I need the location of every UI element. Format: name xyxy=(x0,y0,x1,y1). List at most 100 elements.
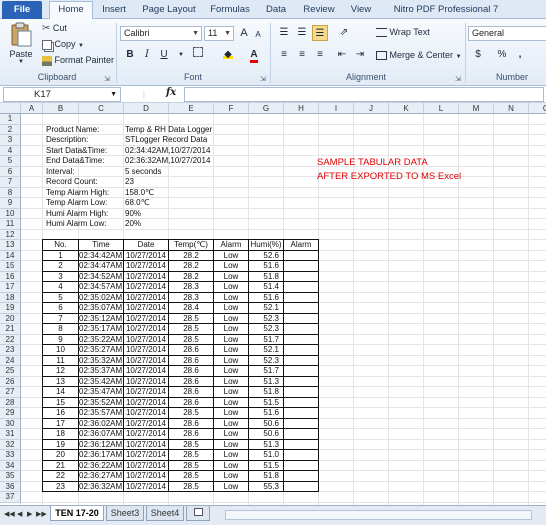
tab-page-layout[interactable]: Page Layout xyxy=(138,2,200,19)
bold-button[interactable]: B xyxy=(122,47,138,63)
row-header[interactable]: 35 xyxy=(0,471,21,482)
table-cell[interactable]: 28.5 xyxy=(169,439,214,450)
borders-button[interactable] xyxy=(190,47,206,63)
table-cell[interactable] xyxy=(284,271,319,282)
table-cell[interactable]: Low xyxy=(214,397,249,408)
row-header[interactable]: 28 xyxy=(0,397,21,408)
table-cell[interactable] xyxy=(284,408,319,419)
column-header-g[interactable]: G xyxy=(249,103,284,114)
table-cell[interactable]: 51.6 xyxy=(249,261,284,272)
comma-style-button[interactable]: , xyxy=(512,47,528,63)
merge-center-button[interactable]: Merge & Center ▼ xyxy=(376,50,462,61)
table-cell[interactable] xyxy=(284,376,319,387)
table-cell[interactable]: 10/27/2014 xyxy=(124,355,169,366)
column-header-n[interactable]: N xyxy=(494,103,529,114)
table-cell[interactable]: Low xyxy=(214,481,249,492)
table-cell[interactable]: 02:35:22AM xyxy=(79,334,124,345)
column-header-f[interactable]: F xyxy=(214,103,249,114)
align-left-button[interactable]: ≡ xyxy=(276,47,292,63)
table-header-cell[interactable]: Alarm xyxy=(284,240,319,251)
table-cell[interactable]: Low xyxy=(214,387,249,398)
table-cell[interactable]: 3 xyxy=(43,271,79,282)
table-cell[interactable]: 5 xyxy=(43,292,79,303)
table-cell[interactable]: 02:35:07AM xyxy=(79,303,124,314)
dialog-launcher-icon[interactable]: ⇲ xyxy=(260,75,266,83)
table-cell[interactable]: 02:36:32AM xyxy=(79,481,124,492)
row-header[interactable]: 12 xyxy=(0,229,21,240)
row-header[interactable]: 6 xyxy=(0,166,21,177)
table-cell[interactable]: 10/27/2014 xyxy=(124,271,169,282)
percent-button[interactable]: % xyxy=(494,47,510,63)
table-cell[interactable]: 02:35:57AM xyxy=(79,408,124,419)
table-cell[interactable]: 28.6 xyxy=(169,376,214,387)
table-cell[interactable]: 50.6 xyxy=(249,418,284,429)
table-cell[interactable]: 10 xyxy=(43,345,79,356)
tab-insert[interactable]: Insert xyxy=(96,2,132,19)
table-cell[interactable]: Low xyxy=(214,282,249,293)
table-cell[interactable]: 10/27/2014 xyxy=(124,292,169,303)
row-header[interactable]: 4 xyxy=(0,145,21,156)
paste-button[interactable]: Paste ▼ xyxy=(6,22,36,65)
table-header-cell[interactable]: Temp(℃) xyxy=(169,240,214,251)
font-size-box[interactable]: 11 ▼ xyxy=(204,26,234,41)
table-cell[interactable]: 52.6 xyxy=(249,250,284,261)
orientation-button[interactable]: ⇗ xyxy=(336,25,352,41)
table-cell[interactable]: 10/27/2014 xyxy=(124,429,169,440)
table-cell[interactable]: 20 xyxy=(43,450,79,461)
row-header[interactable]: 14 xyxy=(0,250,21,261)
table-cell[interactable]: 19 xyxy=(43,439,79,450)
font-name-box[interactable]: Calibri ▼ xyxy=(120,26,202,41)
row-header[interactable]: 20 xyxy=(0,313,21,324)
table-cell[interactable] xyxy=(284,366,319,377)
shrink-font-button[interactable]: A xyxy=(250,27,266,43)
table-cell[interactable]: 28.6 xyxy=(169,345,214,356)
table-cell[interactable]: 10/27/2014 xyxy=(124,397,169,408)
table-cell[interactable]: 16 xyxy=(43,408,79,419)
table-cell[interactable]: 51.6 xyxy=(249,408,284,419)
prev-sheet-icon[interactable]: ◀ xyxy=(17,510,22,518)
row-header[interactable]: 10 xyxy=(0,208,21,219)
table-cell[interactable]: 51.5 xyxy=(249,460,284,471)
table-cell[interactable]: 28.5 xyxy=(169,471,214,482)
table-header-cell[interactable]: Time xyxy=(79,240,124,251)
table-cell[interactable]: 21 xyxy=(43,460,79,471)
table-cell[interactable]: 51.3 xyxy=(249,376,284,387)
table-cell[interactable]: 02:36:07AM xyxy=(79,429,124,440)
table-cell[interactable]: Low xyxy=(214,313,249,324)
row-header[interactable]: 21 xyxy=(0,324,21,335)
table-cell[interactable]: 02:35:47AM xyxy=(79,387,124,398)
align-middle-button[interactable]: ☰ xyxy=(294,25,310,41)
first-sheet-icon[interactable]: ◀◀ xyxy=(4,510,15,518)
table-cell[interactable] xyxy=(284,481,319,492)
table-cell[interactable]: 28.5 xyxy=(169,450,214,461)
table-cell[interactable]: 02:35:17AM xyxy=(79,324,124,335)
table-cell[interactable]: 52.3 xyxy=(249,313,284,324)
font-color-button[interactable]: A xyxy=(246,47,262,63)
tab-formulas[interactable]: Formulas xyxy=(206,2,254,19)
table-cell[interactable]: 02:34:52AM xyxy=(79,271,124,282)
table-cell[interactable]: 52.1 xyxy=(249,345,284,356)
currency-button[interactable]: $ xyxy=(470,47,486,63)
table-cell[interactable]: 10/27/2014 xyxy=(124,376,169,387)
table-cell[interactable]: 55.3 xyxy=(249,481,284,492)
table-cell[interactable]: 02:36:02AM xyxy=(79,418,124,429)
table-cell[interactable]: 02:34:42AM xyxy=(79,250,124,261)
row-header[interactable]: 19 xyxy=(0,303,21,314)
last-sheet-icon[interactable]: ▶▶ xyxy=(36,510,47,518)
table-cell[interactable] xyxy=(284,429,319,440)
row-header[interactable]: 26 xyxy=(0,376,21,387)
table-cell[interactable]: 22 xyxy=(43,471,79,482)
table-cell[interactable]: 8 xyxy=(43,324,79,335)
table-cell[interactable]: 28.2 xyxy=(169,250,214,261)
table-cell[interactable]: Low xyxy=(214,408,249,419)
table-cell[interactable]: 02:35:37AM xyxy=(79,366,124,377)
row-header[interactable]: 33 xyxy=(0,450,21,461)
row-header[interactable]: 24 xyxy=(0,355,21,366)
table-header-cell[interactable]: No. xyxy=(43,240,79,251)
column-header-j[interactable]: J xyxy=(354,103,389,114)
row-header[interactable]: 22 xyxy=(0,334,21,345)
column-header-m[interactable]: M xyxy=(459,103,494,114)
table-cell[interactable] xyxy=(284,261,319,272)
row-header[interactable]: 31 xyxy=(0,429,21,440)
table-cell[interactable]: Low xyxy=(214,271,249,282)
